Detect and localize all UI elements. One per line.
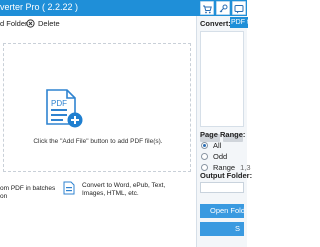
delete-label: Delete [38, 18, 60, 28]
batch-feature-text: om PDF in batches on [0, 185, 56, 200]
toolbar: d Folder Delete [0, 16, 196, 30]
pdf-icon-text: PDF [51, 99, 67, 108]
window-title: verter Pro ( 2.2.22 ) [0, 2, 79, 12]
format-options-list[interactable] [200, 31, 244, 127]
convert-formats-icon [63, 181, 75, 195]
title-bar: verter Pro ( 2.2.22 ) [0, 0, 247, 16]
file-drop-zone[interactable]: PDF Click the "Add File" button to add P… [3, 43, 191, 172]
convert-feature-text: Convert to Word, ePub, Text, Images, HTM… [82, 182, 166, 197]
feedback-icon[interactable] [232, 1, 246, 15]
add-folder-label: d Folder [0, 18, 28, 28]
open-folder-button[interactable]: Open Folder [200, 204, 244, 218]
convert-label: Convert: [200, 19, 231, 28]
settings-panel: Convert: PDF t Page Range: All Odd Range… [196, 16, 252, 247]
add-pdf-icon[interactable]: PDF [46, 89, 84, 129]
feature-strip: om PDF in batches on Convert to Word, eP… [0, 176, 196, 247]
output-folder-field[interactable] [200, 182, 244, 193]
range-odd-label: Odd [213, 152, 228, 161]
range-odd-radio[interactable]: Odd [201, 152, 227, 161]
radio-odd-indicator [201, 153, 208, 160]
delete-button[interactable]: Delete [26, 17, 60, 29]
range-all-radio[interactable]: All [201, 141, 221, 150]
key-icon[interactable] [216, 1, 230, 15]
range-all-label: All [213, 141, 222, 150]
start-button[interactable]: S [200, 222, 244, 236]
delete-icon [26, 18, 35, 28]
radio-range-indicator [201, 164, 208, 171]
cart-icon[interactable] [200, 1, 214, 15]
drop-hint-text: Click the "Add File" button to add PDF f… [33, 138, 163, 145]
output-folder-label: Output Folder: [200, 171, 253, 180]
radio-all-indicator [201, 142, 208, 149]
add-folder-button[interactable]: d Folder [0, 17, 28, 29]
page-range-label: Page Range: [200, 130, 246, 139]
convert-format-select[interactable]: PDF t [230, 17, 248, 28]
